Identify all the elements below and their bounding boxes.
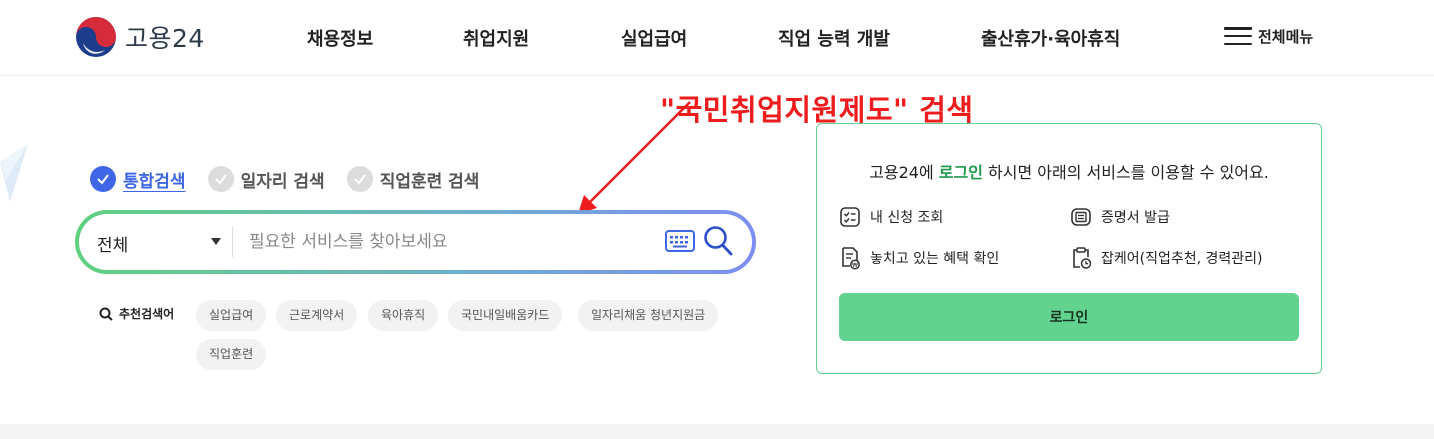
- taegeuk-logo-icon: [76, 17, 116, 57]
- service-label: 놓치고 있는 혜택 확인: [870, 251, 1000, 267]
- svg-text:₩: ₩: [852, 262, 858, 269]
- keyboard-icon[interactable]: [665, 230, 695, 252]
- login-message-suffix: 하시면 아래의 서비스를 이용할 수 있어요.: [982, 163, 1269, 182]
- nav-vocational-training[interactable]: 직업 능력 개발: [778, 25, 890, 51]
- logo-link[interactable]: 고용24: [75, 17, 205, 57]
- search-input[interactable]: [249, 224, 659, 260]
- service-job-care[interactable]: 잡케어(직업추천, 경력관리): [1070, 246, 1263, 270]
- keyword-chip[interactable]: 근로계약서: [276, 300, 358, 331]
- search-type-tabs: 통합검색 일자리 검색 직업훈련 검색: [90, 166, 501, 192]
- search-divider: [232, 227, 233, 257]
- search-icon[interactable]: [703, 225, 733, 257]
- nav-parental-leave[interactable]: 출산휴가·육아휴직: [981, 25, 1120, 51]
- nav-unemployment-benefit[interactable]: 실업급여: [621, 25, 687, 51]
- recommend-title-label: 추천검색어: [119, 307, 175, 321]
- keyword-chip[interactable]: 일자리채움 청년지원금: [578, 300, 719, 331]
- benefit-document-icon: ₩: [842, 247, 860, 270]
- tab-label: 직업훈련 검색: [379, 171, 480, 192]
- keyword-chip[interactable]: 국민내일배움카드: [448, 300, 563, 331]
- check-circle-icon: [90, 166, 116, 192]
- login-link[interactable]: 로그인: [939, 163, 983, 182]
- login-message-prefix: 고용24에: [869, 163, 939, 182]
- paper-plane-icon: [0, 144, 28, 202]
- site-header: 고용24 채용정보 취업지원 실업급여 직업 능력 개발 출산휴가·육아휴직 전…: [0, 0, 1434, 76]
- keyword-chip[interactable]: 실업급여: [196, 300, 267, 331]
- certificate-icon: [1071, 208, 1091, 226]
- login-message: 고용24에 로그인 하시면 아래의 서비스를 이용할 수 있어요.: [817, 159, 1321, 183]
- caret-down-icon: [211, 238, 221, 245]
- check-circle-icon: [346, 166, 373, 192]
- all-menu-label: 전체메뉴: [1258, 27, 1314, 46]
- checklist-icon: [840, 207, 860, 227]
- recommend-title: 추천검색어: [99, 305, 174, 322]
- keyword-chip[interactable]: 육아휴직: [368, 300, 439, 331]
- annotation-arrow-icon: [578, 101, 691, 214]
- check-circle-icon: [207, 166, 234, 192]
- login-button[interactable]: 로그인: [839, 293, 1299, 341]
- service-label: 내 신청 조회: [870, 210, 944, 226]
- tab-job-search[interactable]: 일자리 검색: [207, 166, 325, 192]
- tab-integrated-search[interactable]: 통합검색: [90, 166, 186, 192]
- service-label: 잡케어(직업추천, 경력관리): [1101, 251, 1263, 267]
- search-scope-value: 전체: [97, 236, 129, 256]
- tab-label: 통합검색: [123, 171, 186, 192]
- login-card: 고용24에 로그인 하시면 아래의 서비스를 이용할 수 있어요. 내 신청 조…: [816, 123, 1322, 374]
- search-box: 전체: [75, 210, 756, 274]
- hamburger-icon: [1224, 25, 1252, 47]
- tab-label: 일자리 검색: [240, 171, 325, 192]
- bottom-section-edge: [0, 424, 1434, 439]
- service-label: 증명서 발급: [1101, 210, 1170, 226]
- keyword-chip[interactable]: 직업훈련: [196, 339, 267, 370]
- all-menu-button[interactable]: 전체메뉴: [1224, 25, 1313, 47]
- service-missed-benefits[interactable]: ₩ 놓치고 있는 혜택 확인: [839, 246, 999, 270]
- service-certificate[interactable]: 증명서 발급: [1070, 206, 1170, 228]
- service-my-applications[interactable]: 내 신청 조회: [839, 206, 943, 228]
- search-inner: 전체: [79, 214, 752, 270]
- search-icon: [99, 307, 113, 321]
- clipboard-clock-icon: [1073, 247, 1092, 269]
- nav-job-info[interactable]: 채용정보: [307, 25, 373, 51]
- logo-text: 고용24: [125, 24, 205, 53]
- nav-employment-support[interactable]: 취업지원: [463, 25, 529, 51]
- tab-training-search[interactable]: 직업훈련 검색: [346, 166, 480, 192]
